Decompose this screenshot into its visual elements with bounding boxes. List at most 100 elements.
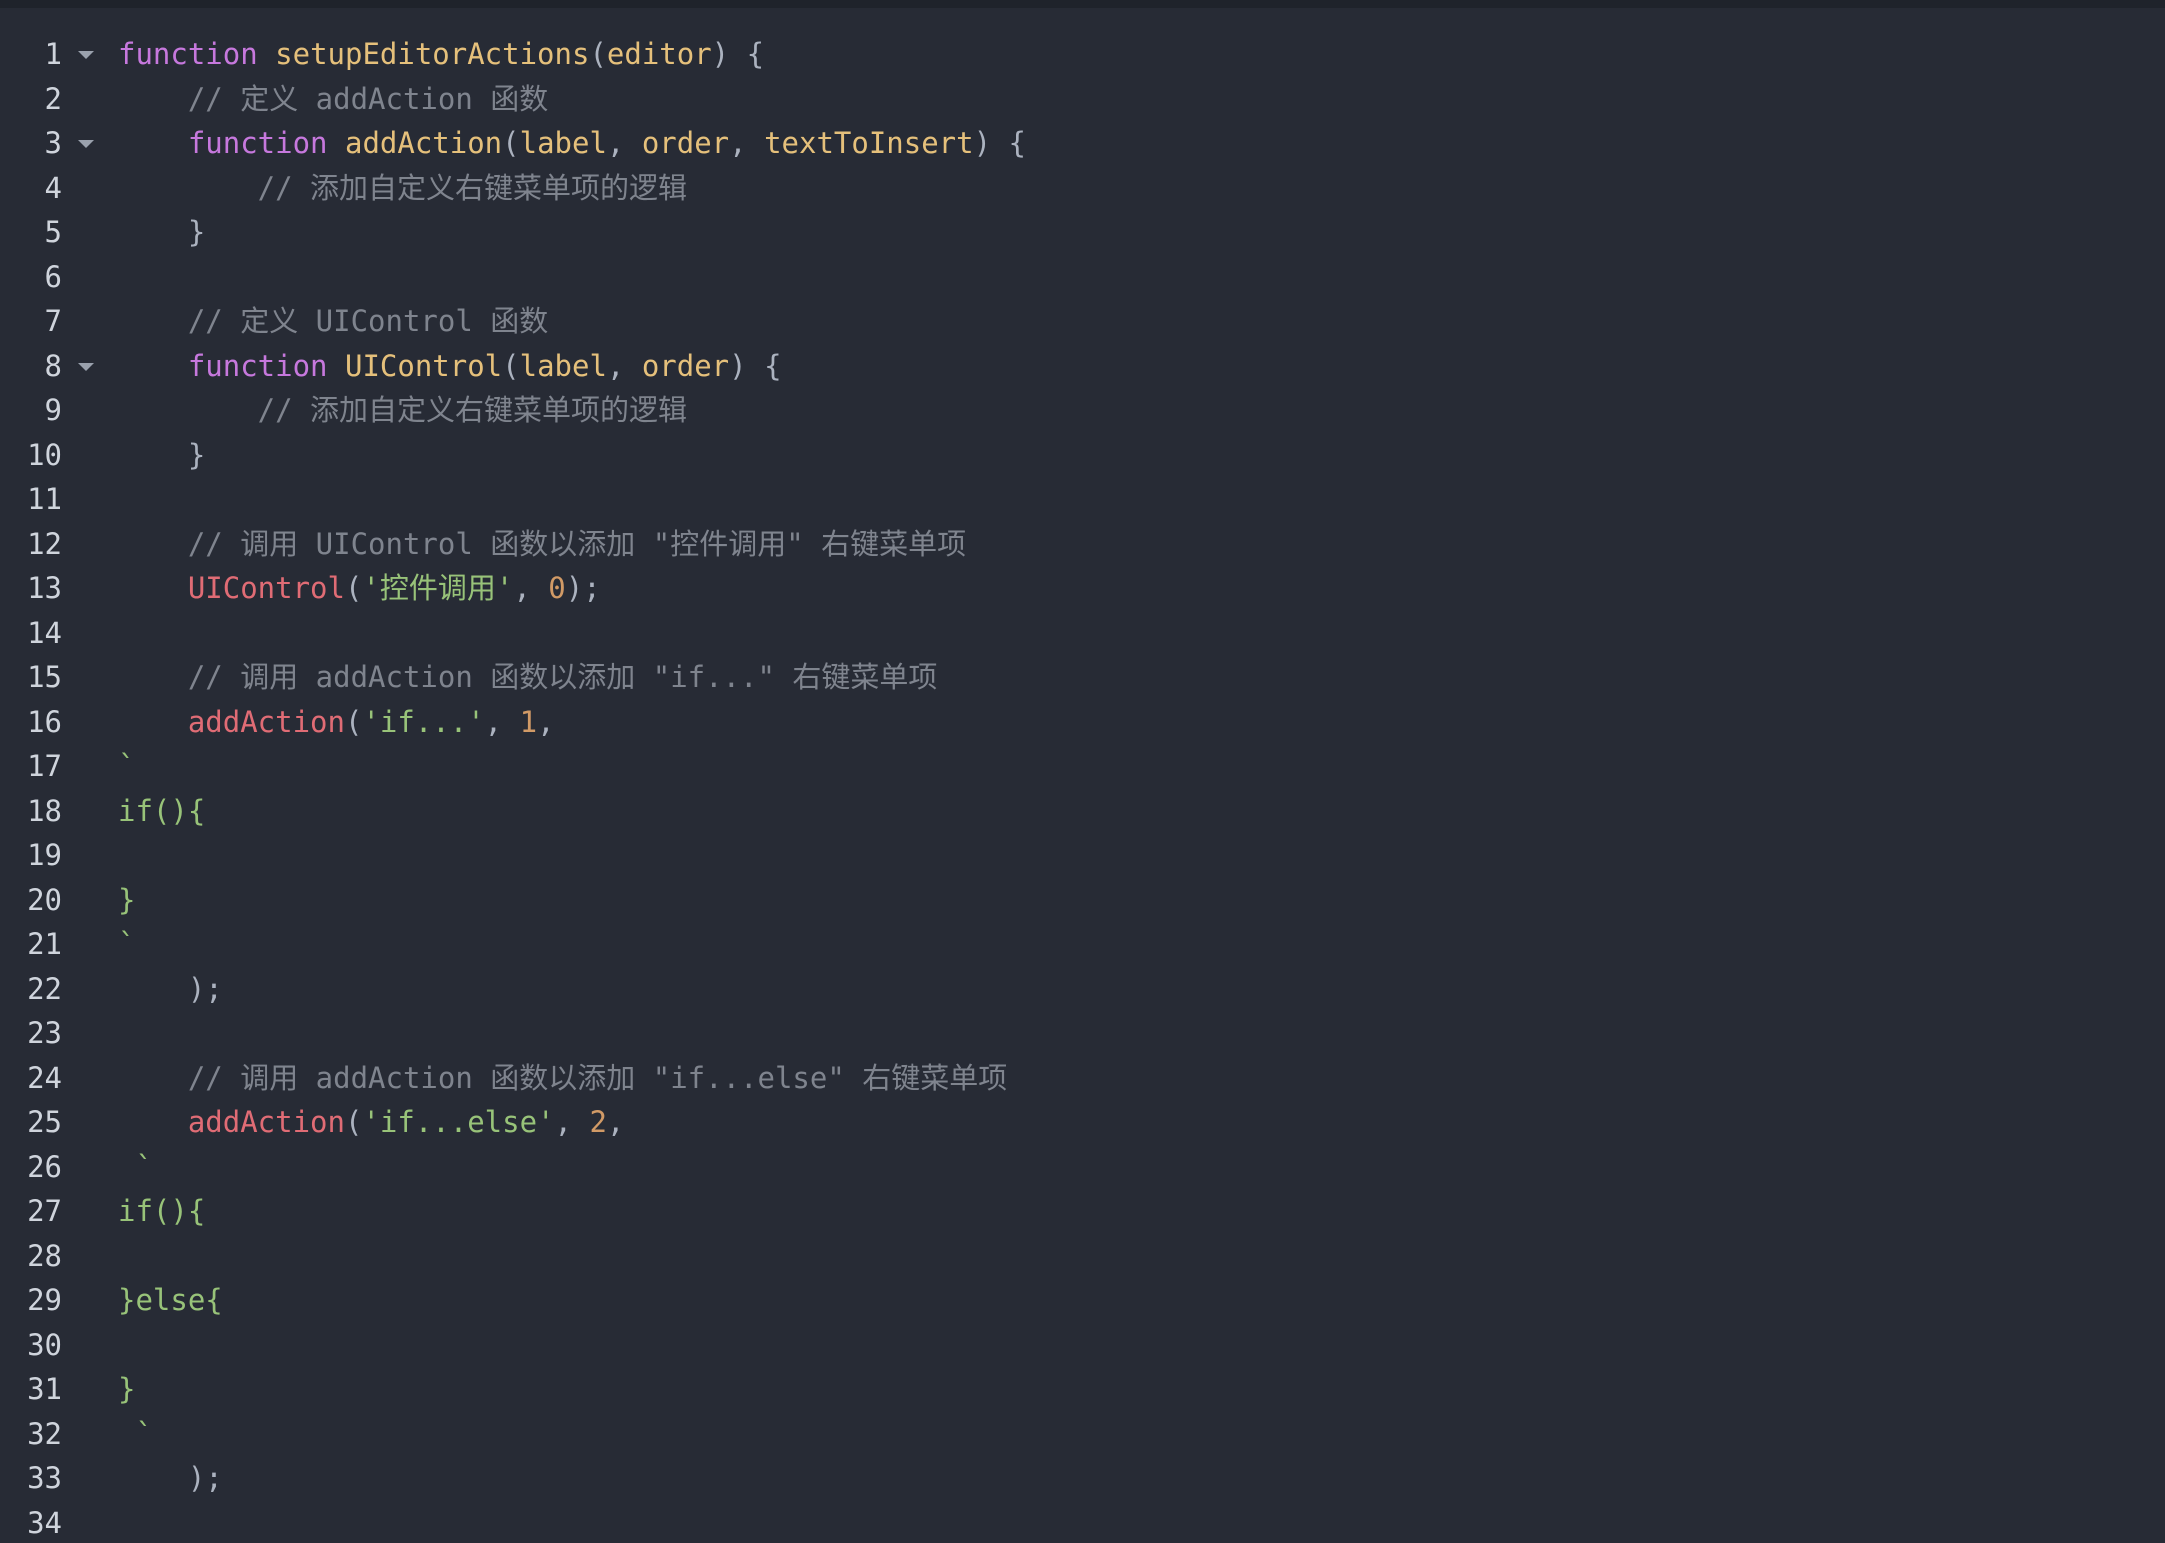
code-line[interactable]: 7 // 定义 UIControl 函数 bbox=[0, 299, 2165, 344]
code-area[interactable]: 1 function setupEditorActions(editor) {2 … bbox=[0, 32, 2165, 1543]
code-token: , bbox=[513, 571, 549, 605]
code-line[interactable]: 22 ); bbox=[0, 967, 2165, 1012]
code-line[interactable]: 6 bbox=[0, 255, 2165, 300]
code-line[interactable]: 1 function setupEditorActions(editor) { bbox=[0, 32, 2165, 77]
line-number: 34 bbox=[27, 1505, 62, 1540]
line-number: 25 bbox=[27, 1105, 62, 1139]
line-text: function UIControl(label, order) { bbox=[118, 344, 782, 389]
code-line[interactable]: 5 } bbox=[0, 210, 2165, 255]
code-line[interactable]: 11 bbox=[0, 477, 2165, 522]
code-line[interactable]: 2 // 定义 addAction 函数 bbox=[0, 77, 2165, 122]
code-line[interactable]: 10 } bbox=[0, 433, 2165, 478]
code-line[interactable]: 18 if(){ bbox=[0, 789, 2165, 834]
line-number: 14 bbox=[27, 615, 62, 650]
line-text: if(){ bbox=[118, 1189, 205, 1234]
code-editor[interactable]: 1 function setupEditorActions(editor) {2 … bbox=[0, 0, 2165, 1543]
code-token: ) { bbox=[729, 348, 782, 383]
fold-arrow-icon[interactable] bbox=[78, 51, 94, 59]
code-line[interactable]: 29}else{ bbox=[0, 1278, 2165, 1323]
code-token: ` bbox=[118, 927, 136, 961]
code-token: ); bbox=[118, 1461, 223, 1495]
code-token: function bbox=[187, 126, 328, 160]
line-number: 12 bbox=[27, 526, 62, 561]
code-token: 'if...else' bbox=[362, 1105, 555, 1139]
code-token: // 调用 addAction 函数以添加 "if...else" 右键菜单项 bbox=[118, 1060, 1008, 1095]
code-line[interactable]: 4 // 添加自定义右键菜单项的逻辑 bbox=[0, 166, 2165, 211]
line-text: // 定义 UIControl 函数 bbox=[118, 299, 548, 344]
code-line[interactable]: 16 addAction('if...', 1, bbox=[0, 700, 2165, 745]
code-line[interactable]: 3 function addAction(label, order, textT… bbox=[0, 121, 2165, 166]
code-line[interactable]: 24 // 调用 addAction 函数以添加 "if...else" 右键菜… bbox=[0, 1056, 2165, 1101]
code-token: 2 bbox=[589, 1105, 607, 1139]
code-line[interactable]: 32 ` bbox=[0, 1412, 2165, 1457]
code-token: // 调用 addAction 函数以添加 "if..." 右键菜单项 bbox=[118, 660, 938, 694]
code-line[interactable]: 13 UIControl('控件调用', 0); bbox=[0, 566, 2165, 611]
code-token: , bbox=[606, 348, 642, 383]
code-token: '控件调用' bbox=[362, 571, 514, 605]
code-token: } bbox=[118, 1372, 136, 1406]
code-line[interactable]: 34 bbox=[0, 1501, 2165, 1543]
line-number: 26 bbox=[27, 1149, 62, 1184]
code-line[interactable]: 28 bbox=[0, 1234, 2165, 1279]
code-token: ` bbox=[118, 1416, 153, 1451]
code-token: ); bbox=[118, 971, 223, 1006]
code-line[interactable]: 30 bbox=[0, 1323, 2165, 1368]
code-token: ) { bbox=[973, 126, 1026, 160]
line-text: ` bbox=[118, 1145, 152, 1190]
code-line[interactable]: 8 function UIControl(label, order) { bbox=[0, 344, 2165, 389]
code-token: function bbox=[118, 37, 258, 71]
code-line[interactable]: 31} bbox=[0, 1367, 2165, 1412]
code-token: function bbox=[187, 348, 328, 383]
code-token: addAction bbox=[345, 126, 503, 160]
code-line[interactable]: 33 ); bbox=[0, 1456, 2165, 1501]
line-number: 3 bbox=[44, 126, 62, 160]
code-token: ` bbox=[118, 749, 136, 783]
code-token: } bbox=[118, 215, 206, 249]
line-text: // 添加自定义右键菜单项的逻辑 bbox=[118, 166, 687, 211]
code-token: if(){ bbox=[118, 793, 206, 828]
line-number: 2 bbox=[44, 81, 62, 116]
code-line[interactable]: 21 ` bbox=[0, 922, 2165, 967]
code-line[interactable]: 25 addAction('if...else', 2, bbox=[0, 1100, 2165, 1145]
line-text: // 添加自定义右键菜单项的逻辑 bbox=[118, 388, 687, 433]
line-number: 7 bbox=[44, 304, 62, 338]
code-token: UIControl bbox=[187, 571, 345, 605]
line-number: 24 bbox=[27, 1060, 62, 1095]
line-text: UIControl('控件调用', 0); bbox=[118, 566, 601, 611]
code-line[interactable]: 9 // 添加自定义右键菜单项的逻辑 bbox=[0, 388, 2165, 433]
code-line[interactable]: 15 // 调用 addAction 函数以添加 "if..." 右键菜单项 bbox=[0, 655, 2165, 700]
line-text: // 调用 UIControl 函数以添加 "控件调用" 右键菜单项 bbox=[118, 522, 966, 567]
line-number: 16 bbox=[27, 704, 62, 739]
code-line[interactable]: 12 // 调用 UIControl 函数以添加 "控件调用" 右键菜单项 bbox=[0, 522, 2165, 567]
code-line[interactable]: 27 if(){ bbox=[0, 1189, 2165, 1234]
line-number: 11 bbox=[27, 482, 62, 516]
code-token: ( bbox=[502, 348, 520, 383]
code-line[interactable]: 20} bbox=[0, 878, 2165, 923]
code-token: // 调用 UIControl 函数以添加 "控件调用" 右键菜单项 bbox=[118, 526, 967, 561]
code-line[interactable]: 19 bbox=[0, 833, 2165, 878]
code-token: ( bbox=[344, 704, 363, 739]
code-token: , bbox=[606, 1105, 625, 1139]
line-number: 28 bbox=[27, 1238, 62, 1273]
code-line[interactable]: 17 ` bbox=[0, 744, 2165, 789]
line-text: addAction('if...', 1, bbox=[118, 700, 555, 745]
code-line[interactable]: 23 bbox=[0, 1011, 2165, 1056]
line-number: 20 bbox=[27, 882, 62, 917]
line-text: ` bbox=[118, 744, 135, 789]
code-token: UIControl bbox=[345, 348, 503, 383]
line-text: } bbox=[118, 1367, 135, 1412]
fold-arrow-icon[interactable] bbox=[78, 362, 94, 371]
line-number: 33 bbox=[27, 1461, 62, 1495]
line-number: 21 bbox=[27, 927, 62, 961]
code-token: , bbox=[606, 126, 642, 160]
code-token: , bbox=[484, 704, 520, 739]
code-line[interactable]: 14 bbox=[0, 611, 2165, 656]
code-token: , bbox=[729, 126, 765, 160]
line-number: 17 bbox=[27, 749, 62, 783]
fold-arrow-icon[interactable] bbox=[78, 140, 94, 148]
line-text: // 调用 addAction 函数以添加 "if..." 右键菜单项 bbox=[118, 655, 938, 700]
code-line[interactable]: 26 ` bbox=[0, 1145, 2165, 1190]
